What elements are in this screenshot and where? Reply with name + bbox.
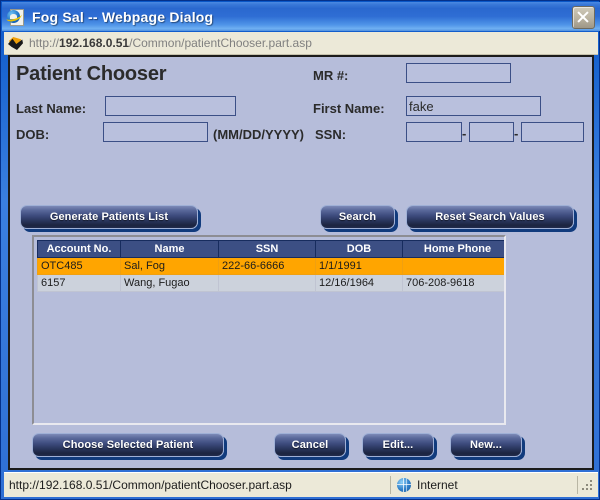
page-content-frame: Patient Chooser MR #: Last Name: First N… <box>8 55 594 470</box>
choose-selected-patient-button[interactable]: Choose Selected Patient <box>32 433 224 457</box>
column-header-account-no[interactable]: Account No. <box>37 240 121 258</box>
new-button[interactable]: New... <box>450 433 522 457</box>
cancel-button[interactable]: Cancel <box>274 433 346 457</box>
ssn-part2-input[interactable] <box>469 122 514 142</box>
table-header-row: Account No. Name SSN DOB Home Phone <box>37 240 504 258</box>
ssn-label: SSN: <box>315 127 347 142</box>
search-button[interactable]: Search <box>320 205 395 229</box>
security-zone-label: Internet <box>417 478 458 492</box>
column-header-name[interactable]: Name <box>120 240 219 258</box>
cell-home-phone <box>402 257 504 275</box>
status-bar: http://192.168.0.51/Common/patientChoose… <box>4 472 598 497</box>
first-name-label: First Name: <box>313 101 385 116</box>
mr-number-input[interactable] <box>406 63 511 83</box>
reset-search-values-button[interactable]: Reset Search Values <box>406 205 574 229</box>
table-row[interactable]: 6157 Wang, Fugao 12/16/1964 706-208-9618 <box>37 274 504 292</box>
first-name-input[interactable] <box>406 96 541 116</box>
url-path: /Common/patientChooser.part.asp <box>129 36 312 50</box>
dob-label: DOB: <box>16 127 50 142</box>
last-name-label: Last Name: <box>16 101 87 116</box>
dob-format-hint: (MM/DD/YYYY) <box>213 127 304 142</box>
last-name-input[interactable] <box>105 96 236 116</box>
address-bar[interactable]: http://192.168.0.51/Common/patientChoose… <box>4 32 598 55</box>
url-host: 192.168.0.51 <box>59 36 130 50</box>
address-url-text: http://192.168.0.51/Common/patientChoose… <box>29 36 312 50</box>
page-title: Patient Chooser <box>16 63 167 85</box>
cell-ssn <box>218 274 316 292</box>
column-header-ssn[interactable]: SSN <box>218 240 316 258</box>
cell-home-phone: 706-208-9618 <box>402 274 504 292</box>
resize-grip[interactable] <box>578 476 598 494</box>
patient-chooser-page: Patient Chooser MR #: Last Name: First N… <box>10 57 592 468</box>
cell-ssn: 222-66-6666 <box>218 257 316 275</box>
ssn-part1-input[interactable] <box>406 122 462 142</box>
internet-explorer-icon <box>5 8 25 26</box>
column-header-home-phone[interactable]: Home Phone <box>402 240 504 258</box>
ssn-separator-1: - <box>462 126 467 141</box>
cell-dob: 12/16/1964 <box>315 274 403 292</box>
results-panel: Account No. Name SSN DOB Home Phone OTC4… <box>32 235 506 425</box>
globe-icon <box>397 478 411 492</box>
cell-account-no: OTC485 <box>37 257 121 275</box>
cell-dob: 1/1/1991 <box>315 257 403 275</box>
column-header-dob[interactable]: DOB <box>315 240 403 258</box>
ssn-separator-2: - <box>514 126 519 141</box>
cell-name: Wang, Fugao <box>120 274 219 292</box>
cell-account-no: 6157 <box>37 274 121 292</box>
edit-button[interactable]: Edit... <box>362 433 434 457</box>
cell-name: Sal, Fog <box>120 257 219 275</box>
page-favicon-icon <box>8 35 24 51</box>
table-row[interactable]: OTC485 Sal, Fog 222-66-6666 1/1/1991 <box>37 257 504 275</box>
window-title: Fog Sal -- Webpage Dialog <box>32 8 214 25</box>
patient-results-table[interactable]: Account No. Name SSN DOB Home Phone OTC4… <box>37 240 504 292</box>
status-url: http://192.168.0.51/Common/patientChoose… <box>6 476 391 494</box>
close-button[interactable] <box>572 6 595 29</box>
mr-number-label: MR #: <box>313 68 349 83</box>
dob-input[interactable] <box>103 122 208 142</box>
security-zone-indicator[interactable]: Internet <box>391 476 578 494</box>
url-prefix: http:// <box>29 36 60 50</box>
title-bar[interactable]: Fog Sal -- Webpage Dialog <box>2 2 600 31</box>
generate-patients-list-button[interactable]: Generate Patients List <box>20 205 198 229</box>
webpage-dialog-window: Fog Sal -- Webpage Dialog http://192.168… <box>0 0 600 500</box>
ssn-part3-input[interactable] <box>521 122 584 142</box>
